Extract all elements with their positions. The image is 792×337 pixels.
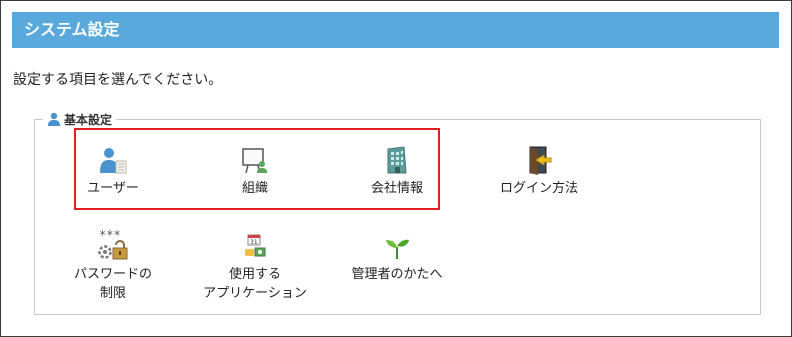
- item-organization[interactable]: 組織: [185, 143, 325, 198]
- applications-icon: 31: [242, 229, 268, 261]
- item-password-policy[interactable]: *** パスワードの 制限: [43, 229, 183, 303]
- item-applications-label-line1: 使用する: [228, 267, 281, 282]
- item-applications[interactable]: 31 使用する アプリケーション: [185, 229, 325, 303]
- building-icon: [384, 143, 410, 175]
- item-login-method-label: ログイン方法: [499, 181, 578, 196]
- page-title: システム設定: [12, 12, 779, 48]
- item-applications-label-line2: アプリケーション: [203, 286, 307, 301]
- item-users[interactable]: ユーザー: [43, 143, 183, 198]
- item-company-info-label: 会社情報: [370, 181, 423, 196]
- svg-text:31: 31: [250, 239, 258, 246]
- item-password-policy-label-line2: 制限: [99, 286, 126, 301]
- intro-text: 設定する項目を選んでください。: [13, 72, 223, 88]
- item-password-policy-label-line1: パスワードの: [73, 267, 152, 282]
- svg-text:***: ***: [99, 229, 121, 242]
- item-applications-label: 使用する アプリケーション: [203, 265, 307, 303]
- password-lock-icon: ***: [96, 229, 130, 261]
- sprout-icon: [382, 229, 412, 261]
- basic-settings-legend: 基本設定: [43, 110, 117, 128]
- legend-label: 基本設定: [64, 112, 113, 127]
- user-icon: [47, 112, 61, 126]
- item-password-policy-label: パスワードの 制限: [74, 265, 152, 303]
- item-administrator-guide-label: 管理者のかたへ: [351, 267, 443, 282]
- item-organization-label: 組織: [241, 181, 268, 196]
- system-settings-panel: システム設定 設定する項目を選んでください。 基本設定 ユーザー 組織 会社情報…: [0, 0, 792, 337]
- item-users-label: ユーザー: [87, 181, 139, 196]
- user-list-icon: [98, 143, 128, 175]
- door-login-icon: [524, 143, 554, 175]
- item-login-method[interactable]: ログイン方法: [469, 143, 609, 198]
- item-administrator-guide[interactable]: 管理者のかたへ: [327, 229, 467, 284]
- organization-icon: [240, 143, 270, 175]
- item-company-info[interactable]: 会社情報: [327, 143, 467, 198]
